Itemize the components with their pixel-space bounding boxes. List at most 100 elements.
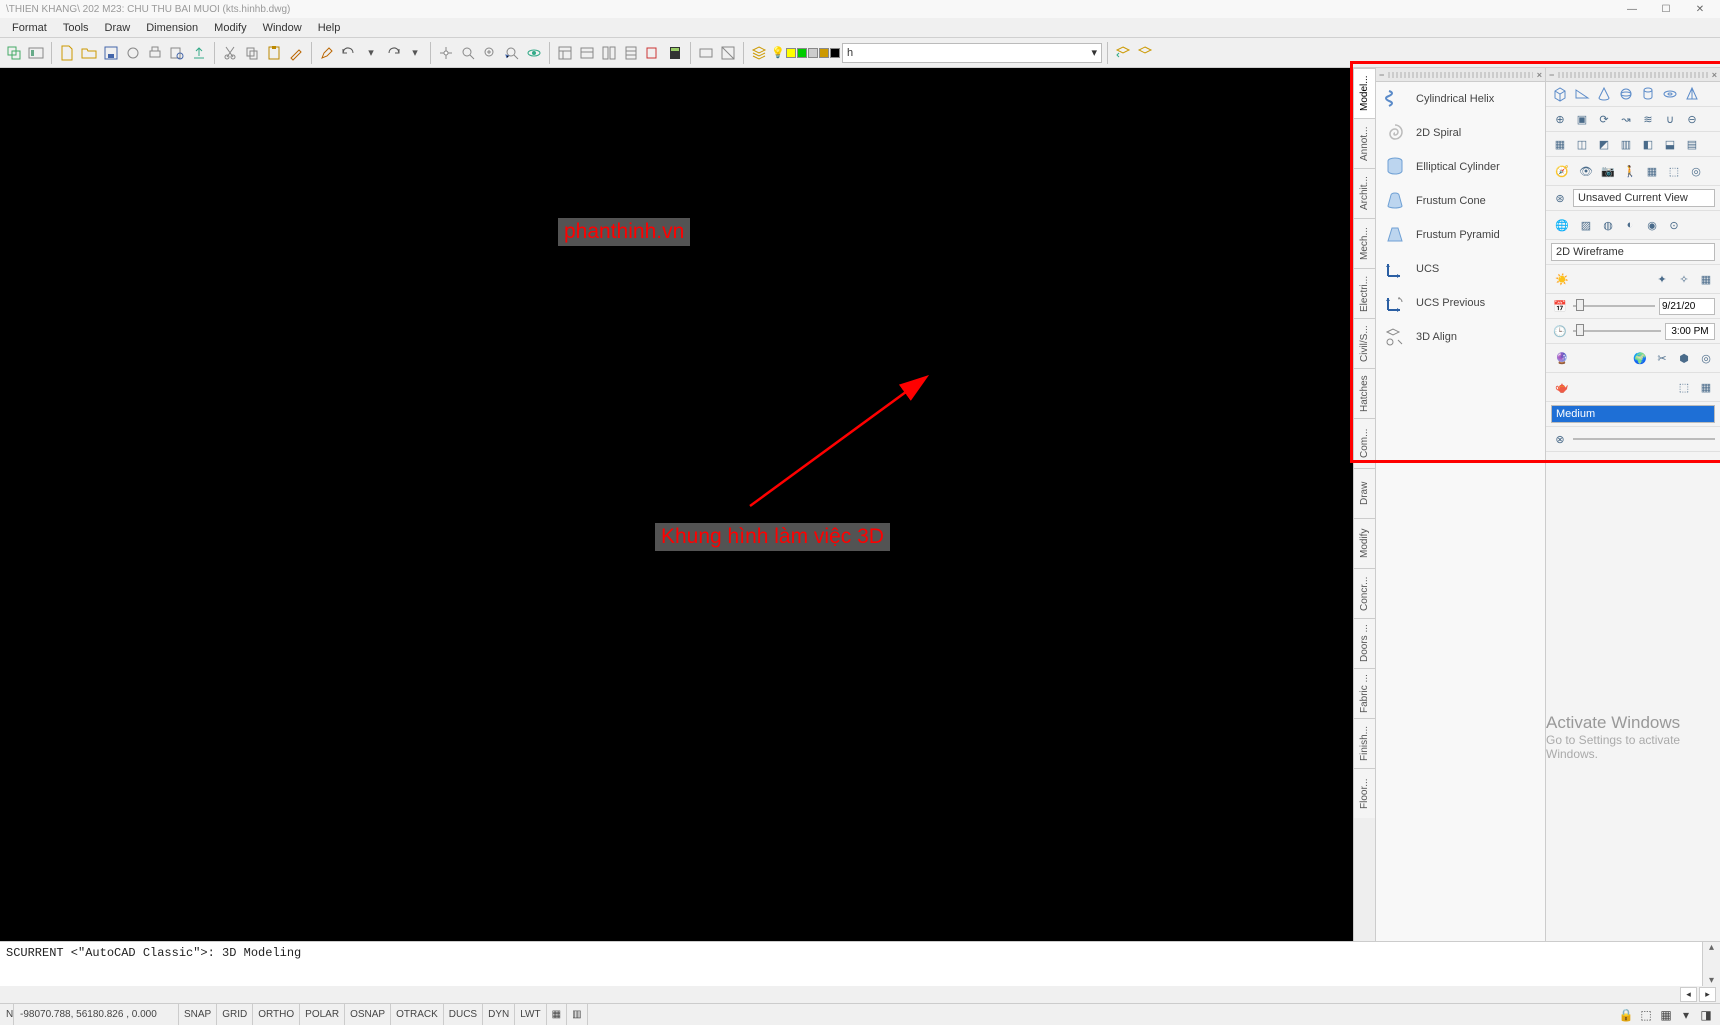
palette-item-3dalign[interactable]: 3D Align [1376, 320, 1545, 354]
toggle-ortho[interactable]: ORTHO [253, 1004, 300, 1025]
extrude-icon[interactable]: ▣ [1573, 110, 1591, 128]
palette-item-ucsprev[interactable]: UCS Previous [1376, 286, 1545, 320]
materials-icon[interactable]: 🔮 [1551, 347, 1573, 369]
vtab-doors[interactable]: Doors ... [1354, 618, 1375, 668]
dropdown-icon[interactable]: ▾ [361, 43, 381, 63]
view-dropdown[interactable]: Unsaved Current View [1573, 189, 1715, 207]
dashboard-header[interactable]: − × [1546, 68, 1720, 82]
layer-state-icon[interactable] [1135, 43, 1155, 63]
collapse-icon[interactable]: − [1549, 70, 1554, 80]
tray-icon[interactable]: ⬚ [1638, 1007, 1654, 1023]
wedge-icon[interactable] [1573, 85, 1591, 103]
tool-icon[interactable] [123, 43, 143, 63]
tool-icon[interactable]: ◍ [1599, 216, 1617, 234]
minimize-button[interactable]: — [1618, 2, 1646, 16]
palette-item-spiral[interactable]: 2D Spiral [1376, 116, 1545, 150]
layers-icon[interactable] [749, 43, 769, 63]
layer-prev-icon[interactable] [1113, 43, 1133, 63]
teapot-icon[interactable]: 🫖 [1551, 376, 1573, 398]
cut-icon[interactable] [220, 43, 240, 63]
time-input[interactable] [1665, 323, 1715, 340]
vtab-electrical[interactable]: Electri... [1354, 268, 1375, 318]
palette-item-ellcyl[interactable]: Elliptical Cylinder [1376, 150, 1545, 184]
print-icon[interactable] [145, 43, 165, 63]
orbit-icon[interactable] [524, 43, 544, 63]
menu-format[interactable]: Format [4, 20, 55, 36]
tool-icon[interactable] [696, 43, 716, 63]
section-icon[interactable]: ▦ [1551, 135, 1569, 153]
vtab-annotation[interactable]: Annot... [1354, 118, 1375, 168]
tool-icon[interactable] [4, 43, 24, 63]
zoom-win-icon[interactable] [480, 43, 500, 63]
menu-window[interactable]: Window [255, 20, 310, 36]
sphere-icon[interactable] [1617, 85, 1635, 103]
paste-icon[interactable] [264, 43, 284, 63]
tool-icon[interactable] [26, 43, 46, 63]
vtab-hatches[interactable]: Hatches [1354, 368, 1375, 418]
vtab-modify[interactable]: Modify [1354, 518, 1375, 568]
model-space-icon[interactable]: ▦ [547, 1004, 567, 1025]
zoom-prev-icon[interactable] [502, 43, 522, 63]
union-icon[interactable]: ∪ [1661, 110, 1679, 128]
clock-icon[interactable]: 🕒 [1551, 322, 1569, 340]
save-icon[interactable] [101, 43, 121, 63]
tool-icon[interactable]: ▦ [1643, 162, 1661, 180]
walk-icon[interactable]: 🚶 [1621, 162, 1639, 180]
calendar-icon[interactable]: 📅 [1551, 297, 1569, 315]
tool-icon[interactable]: ▦ [1697, 378, 1715, 396]
tool-icon[interactable]: ◎ [1697, 349, 1715, 367]
tool-icon[interactable]: ⬓ [1661, 135, 1679, 153]
command-vscroll[interactable]: ▴▾ [1702, 942, 1720, 986]
tool-icon[interactable]: ▥ [1617, 135, 1635, 153]
sun-icon[interactable]: ☀️ [1551, 268, 1573, 290]
collapse-icon[interactable]: − [1379, 70, 1384, 80]
palette-item-helix[interactable]: Cylindrical Helix [1376, 82, 1545, 116]
ucs-icon[interactable]: ⊕ [1551, 110, 1569, 128]
menu-help[interactable]: Help [310, 20, 349, 36]
home-icon[interactable]: ⊛ [1551, 189, 1569, 207]
maximize-button[interactable]: ☐ [1652, 2, 1680, 16]
vtab-civil[interactable]: Civil/S... [1354, 318, 1375, 368]
redo-icon[interactable] [383, 43, 403, 63]
ssm-icon[interactable] [621, 43, 641, 63]
palette-grip[interactable] [1388, 72, 1532, 78]
pyramid-icon[interactable] [1683, 85, 1701, 103]
progress-slider[interactable] [1573, 432, 1715, 446]
match-icon[interactable] [286, 43, 306, 63]
cylinder-icon[interactable] [1639, 85, 1657, 103]
sweep-icon[interactable]: ↝ [1617, 110, 1635, 128]
vtab-finish[interactable]: Finish... [1354, 718, 1375, 768]
menu-tools[interactable]: Tools [55, 20, 97, 36]
layer-dropdown[interactable]: h ▾ [842, 43, 1102, 63]
tool-icon[interactable]: ⊙ [1665, 216, 1683, 234]
status-handle[interactable]: N [0, 1004, 14, 1025]
palette-item-fpyr[interactable]: Frustum Pyramid [1376, 218, 1545, 252]
drawing-area[interactable]: phanthinh.vn Khung hình làm việc 3D [0, 68, 1353, 941]
command-line[interactable]: SCURRENT <"AutoCAD Classic">: 3D Modelin… [0, 942, 1702, 986]
toggle-polar[interactable]: POLAR [300, 1004, 345, 1025]
tool-icon[interactable]: ⬢ [1675, 349, 1693, 367]
vtab-mechanical[interactable]: Mech... [1354, 218, 1375, 268]
subtract-icon[interactable]: ⊖ [1683, 110, 1701, 128]
flatshot-icon[interactable]: ◫ [1573, 135, 1591, 153]
dc-icon[interactable] [577, 43, 597, 63]
palette-header[interactable]: − × [1376, 68, 1545, 82]
tray-icon[interactable]: ◨ [1698, 1007, 1714, 1023]
tool-icon[interactable]: ◐ [1621, 216, 1639, 234]
panel-grip[interactable] [1558, 72, 1707, 78]
vtab-command[interactable]: Com... [1354, 418, 1375, 468]
properties-icon[interactable] [555, 43, 575, 63]
toggle-snap[interactable]: SNAP [179, 1004, 217, 1025]
close-button[interactable]: ✕ [1686, 2, 1714, 16]
tool-icon[interactable]: ✦ [1653, 270, 1671, 288]
compass-icon[interactable]: 🧭 [1551, 160, 1573, 182]
tool-icon[interactable]: ▨ [1577, 216, 1595, 234]
visual-style-dropdown[interactable]: 2D Wireframe [1551, 243, 1715, 261]
publish-icon[interactable] [189, 43, 209, 63]
toggle-dyn[interactable]: DYN [483, 1004, 515, 1025]
dropdown-icon[interactable]: ▾ [405, 43, 425, 63]
toggle-ducs[interactable]: DUCS [444, 1004, 483, 1025]
tray-icon[interactable]: ▦ [1658, 1007, 1674, 1023]
date-slider[interactable] [1573, 299, 1655, 313]
tool-icon[interactable]: ✧ [1675, 270, 1693, 288]
